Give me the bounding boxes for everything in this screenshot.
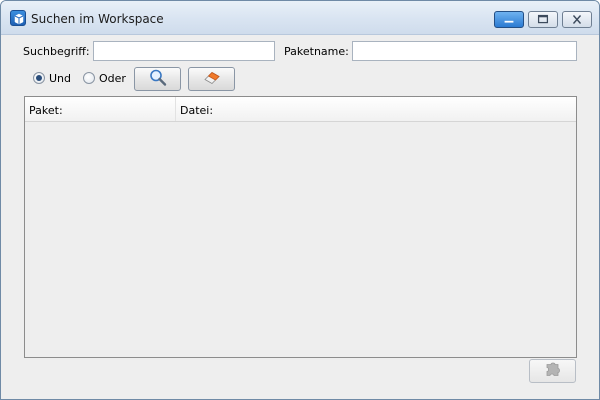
clear-button[interactable] — [188, 67, 235, 91]
search-term-input[interactable] — [94, 42, 274, 60]
package-name-label: Paketname: — [284, 45, 349, 58]
window-title: Suchen im Workspace — [31, 12, 164, 26]
search-workspace-window: Suchen im Workspace Suchbegriff: Paketna… — [0, 0, 600, 400]
close-button[interactable] — [562, 11, 592, 28]
or-radio[interactable] — [83, 72, 95, 84]
app-icon — [10, 10, 26, 26]
search-term-label: Suchbegriff: — [23, 45, 90, 58]
open-package-button[interactable] — [529, 359, 576, 383]
puzzle-piece-icon — [544, 361, 562, 382]
title-bar[interactable]: Suchen im Workspace — [1, 1, 599, 35]
column-header-package[interactable]: Paket: — [25, 97, 176, 121]
column-header-file[interactable]: Datei: — [176, 97, 576, 121]
results-table[interactable]: Paket: Datei: — [24, 96, 577, 358]
results-table-header: Paket: Datei: — [25, 97, 576, 122]
package-name-input[interactable] — [353, 42, 576, 60]
package-name-field-box — [352, 41, 577, 61]
maximize-button[interactable] — [528, 11, 558, 28]
eraser-icon — [203, 71, 221, 88]
or-radio-label[interactable]: Oder — [99, 72, 126, 85]
search-term-field-box — [93, 41, 275, 61]
search-button[interactable] — [134, 67, 181, 91]
and-radio-label[interactable]: Und — [49, 72, 71, 85]
magnifier-icon — [149, 69, 167, 90]
and-radio[interactable] — [33, 72, 45, 84]
minimize-button[interactable] — [494, 11, 524, 28]
